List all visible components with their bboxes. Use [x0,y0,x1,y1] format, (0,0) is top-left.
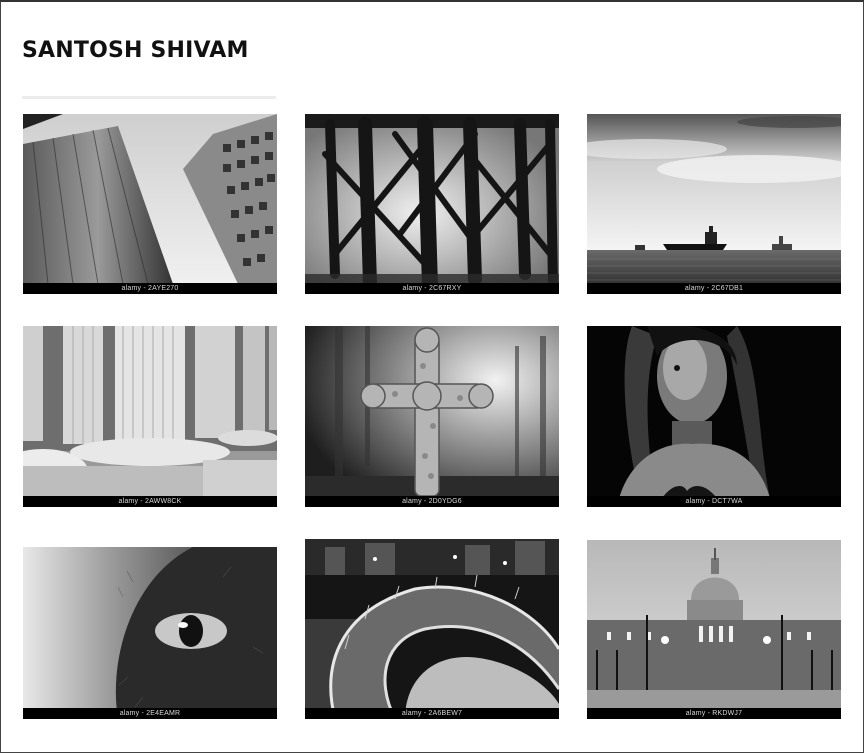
pier-beams-image [305,114,559,294]
ships-at-sea-image [587,114,841,294]
cross-image [305,326,559,507]
photo-credit: alamy - 2E4EAMR [23,708,277,719]
gallery-photo-cat-eye[interactable]: alamy - 2E4EAMR [23,547,277,719]
gallery-photo-skyscrapers[interactable]: alamy - 2AYE270 [23,114,277,294]
photo-credit: alamy - 2AWW8CK [23,496,277,507]
gallery-photo-columns[interactable]: alamy - 2AWW8CK [23,326,277,507]
photo-credit: alamy - 2D0YDG6 [305,496,559,507]
photo-credit: alamy - RKDWJ7 [587,708,841,719]
gallery-photo-city-hall[interactable]: alamy - RKDWJ7 [587,540,841,719]
photo-credit: alamy - 2C67RXY [305,283,559,294]
curved-bridge-image [305,539,559,719]
photo-credit: alamy - 2AYE270 [23,283,277,294]
gallery-photo-pier[interactable]: alamy - 2C67RXY [305,114,559,294]
gallery-photo-cross[interactable]: alamy - 2D0YDG6 [305,326,559,507]
city-hall-image [587,540,841,719]
gallery-photo-bridge[interactable]: alamy - 2A6BEW7 [305,539,559,719]
gallery-photo-ships[interactable]: alamy - 2C67DB1 [587,114,841,294]
columns-image [23,326,277,507]
site-title[interactable]: SANTOSH SHIVAM [22,38,249,63]
woman-portrait-image [587,326,841,507]
gallery-photo-portrait[interactable]: alamy - DCT7WA [587,326,841,507]
photo-credit: alamy - DCT7WA [587,496,841,507]
photo-credit: alamy - 2C67DB1 [587,283,841,294]
skyscrapers-image [23,114,277,294]
cat-eye-image [23,547,277,719]
title-divider [22,96,276,99]
photo-credit: alamy - 2A6BEW7 [305,708,559,719]
